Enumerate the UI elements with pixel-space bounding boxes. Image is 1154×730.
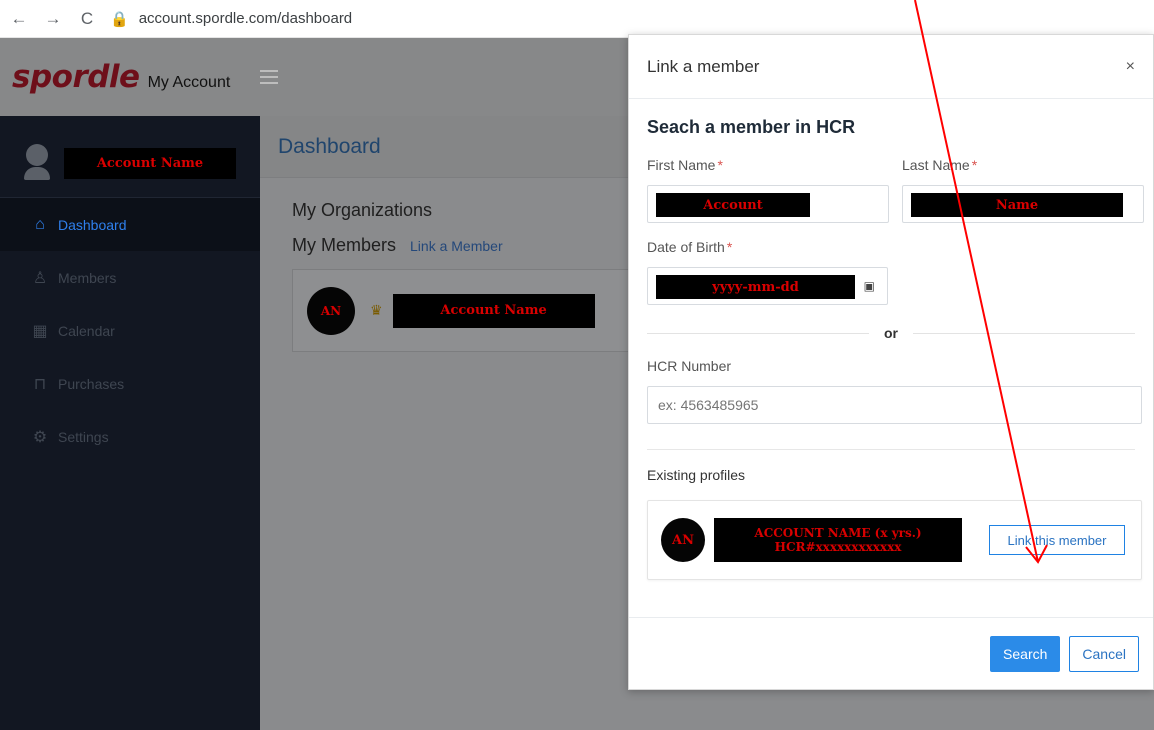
gear-icon: ⚙ — [32, 428, 48, 446]
search-heading: Seach a member in HCR — [647, 117, 856, 137]
url-text: account.spordle.com/dashboard — [138, 10, 353, 27]
first-name-field[interactable]: Account — [647, 185, 889, 223]
home-icon: ⌂ — [35, 215, 45, 233]
members-heading: My Members — [292, 235, 397, 255]
modal-header: Link a member × — [629, 35, 1153, 99]
redacted-account-name: Account Name — [64, 148, 236, 179]
sidebar: Account Name ⌂ Dashboard ♙ Members ▦ Calend… — [0, 116, 260, 730]
modal-body: Seach a member in HCR First Name * Accoun… — [629, 117, 1153, 580]
cart-icon: ⊓ — [33, 375, 47, 393]
sidebar-item-calendar[interactable]: ▦ Calendar — [0, 304, 260, 357]
forward-arrow-icon[interactable]: → — [42, 8, 64, 30]
sidebar-item-label: Settings — [58, 428, 109, 445]
last-name-label: Last Name * — [902, 157, 978, 173]
date-of-birth-field[interactable]: yyyy-mm-dd ▣ — [647, 267, 888, 305]
date-of-birth-label: Date of Birth * — [647, 239, 733, 255]
back-arrow-icon[interactable]: ← — [8, 8, 30, 30]
app-name: My Account — [147, 74, 231, 91]
modal-footer: Search Cancel — [629, 617, 1153, 689]
profile-avatar: AN — [661, 518, 705, 562]
page-title: Dashboard — [278, 134, 381, 158]
last-name-field[interactable]: Name — [902, 185, 1144, 223]
calendar-icon: ▦ — [32, 322, 48, 340]
sidebar-item-label: Members — [58, 269, 117, 286]
link-a-member-link[interactable]: Link a Member — [410, 238, 503, 254]
menu-toggle-icon[interactable] — [260, 70, 279, 84]
browser-toolbar: ← → C 🔒 account.spordle.com/dashboard — [0, 0, 1154, 38]
redacted-date-of-birth: yyyy-mm-dd — [656, 275, 855, 299]
sidebar-item-purchases[interactable]: ⊓ Purchases — [0, 357, 260, 410]
existing-profiles-heading: Existing profiles — [647, 467, 746, 483]
sidebar-profile: Account Name — [0, 116, 260, 198]
crown-icon: ♛ — [370, 302, 383, 318]
redacted-profile-name: ACCOUNT NAME (x yrs.) — [754, 525, 922, 540]
first-name-group: First Name * Account — [647, 157, 889, 223]
hcr-number-input[interactable] — [647, 386, 1142, 424]
sidebar-item-dashboard[interactable]: ⌂ Dashboard — [0, 198, 260, 251]
lock-icon: 🔒 — [110, 10, 129, 28]
or-divider: or — [647, 323, 1135, 343]
first-name-label: First Name * — [647, 157, 723, 173]
sidebar-item-settings[interactable]: ⚙ Settings — [0, 410, 260, 463]
sidebar-item-label: Purchases — [58, 375, 125, 392]
close-icon[interactable]: × — [1126, 58, 1135, 76]
redacted-member-name: Account Name — [392, 293, 595, 328]
redacted-last-name: Name — [911, 193, 1123, 217]
member-avatar: AN — [307, 286, 355, 335]
calendar-picker-icon[interactable]: ▣ — [864, 279, 875, 293]
link-member-modal: Link a member × Seach a member in HCR Fi… — [628, 34, 1154, 690]
sidebar-item-label: Calendar — [58, 322, 115, 339]
date-of-birth-group: Date of Birth * yyyy-mm-dd ▣ — [647, 239, 889, 305]
sidebar-item-members[interactable]: ♙ Members — [0, 251, 260, 304]
member-card[interactable]: AN ♛ Account Name — [292, 269, 642, 352]
redacted-profile-details: ACCOUNT NAME (x yrs.) HCR#xxxxxxxxxxxx — [714, 518, 962, 562]
sidebar-navigation: ⌂ Dashboard ♙ Members ▦ Calendar ⊓ Purchases… — [0, 198, 260, 463]
sidebar-item-label: Dashboard — [58, 216, 127, 233]
redacted-first-name: Account — [656, 193, 810, 217]
section-divider — [647, 449, 1135, 450]
address-bar[interactable]: 🔒 account.spordle.com/dashboard — [110, 10, 352, 28]
modal-title: Link a member — [647, 56, 760, 76]
last-name-group: Last Name * Name — [902, 157, 1144, 223]
reload-icon[interactable]: C — [76, 8, 98, 30]
screenshot-root: { "browser": { "back": "←", "forward": "… — [0, 0, 1154, 730]
hcr-number-label: HCR Number — [647, 358, 732, 374]
existing-profile-card: AN ACCOUNT NAME (x yrs.) HCR#xxxxxxxxxxx… — [647, 500, 1142, 580]
avatar-placeholder-icon — [24, 144, 50, 182]
search-button[interactable]: Search — [990, 635, 1061, 672]
spordle-logo: spordle — [12, 59, 140, 95]
link-this-member-button[interactable]: Link this member — [989, 525, 1125, 555]
cancel-button[interactable]: Cancel — [1069, 635, 1139, 672]
user-icon: ♙ — [32, 269, 48, 287]
redacted-hcr-number: HCR#xxxxxxxxxxxx — [774, 540, 902, 554]
brand-logo[interactable]: spordle My Account — [12, 59, 230, 95]
name-fields-row: First Name * Account Last Name * Name — [647, 157, 1144, 223]
